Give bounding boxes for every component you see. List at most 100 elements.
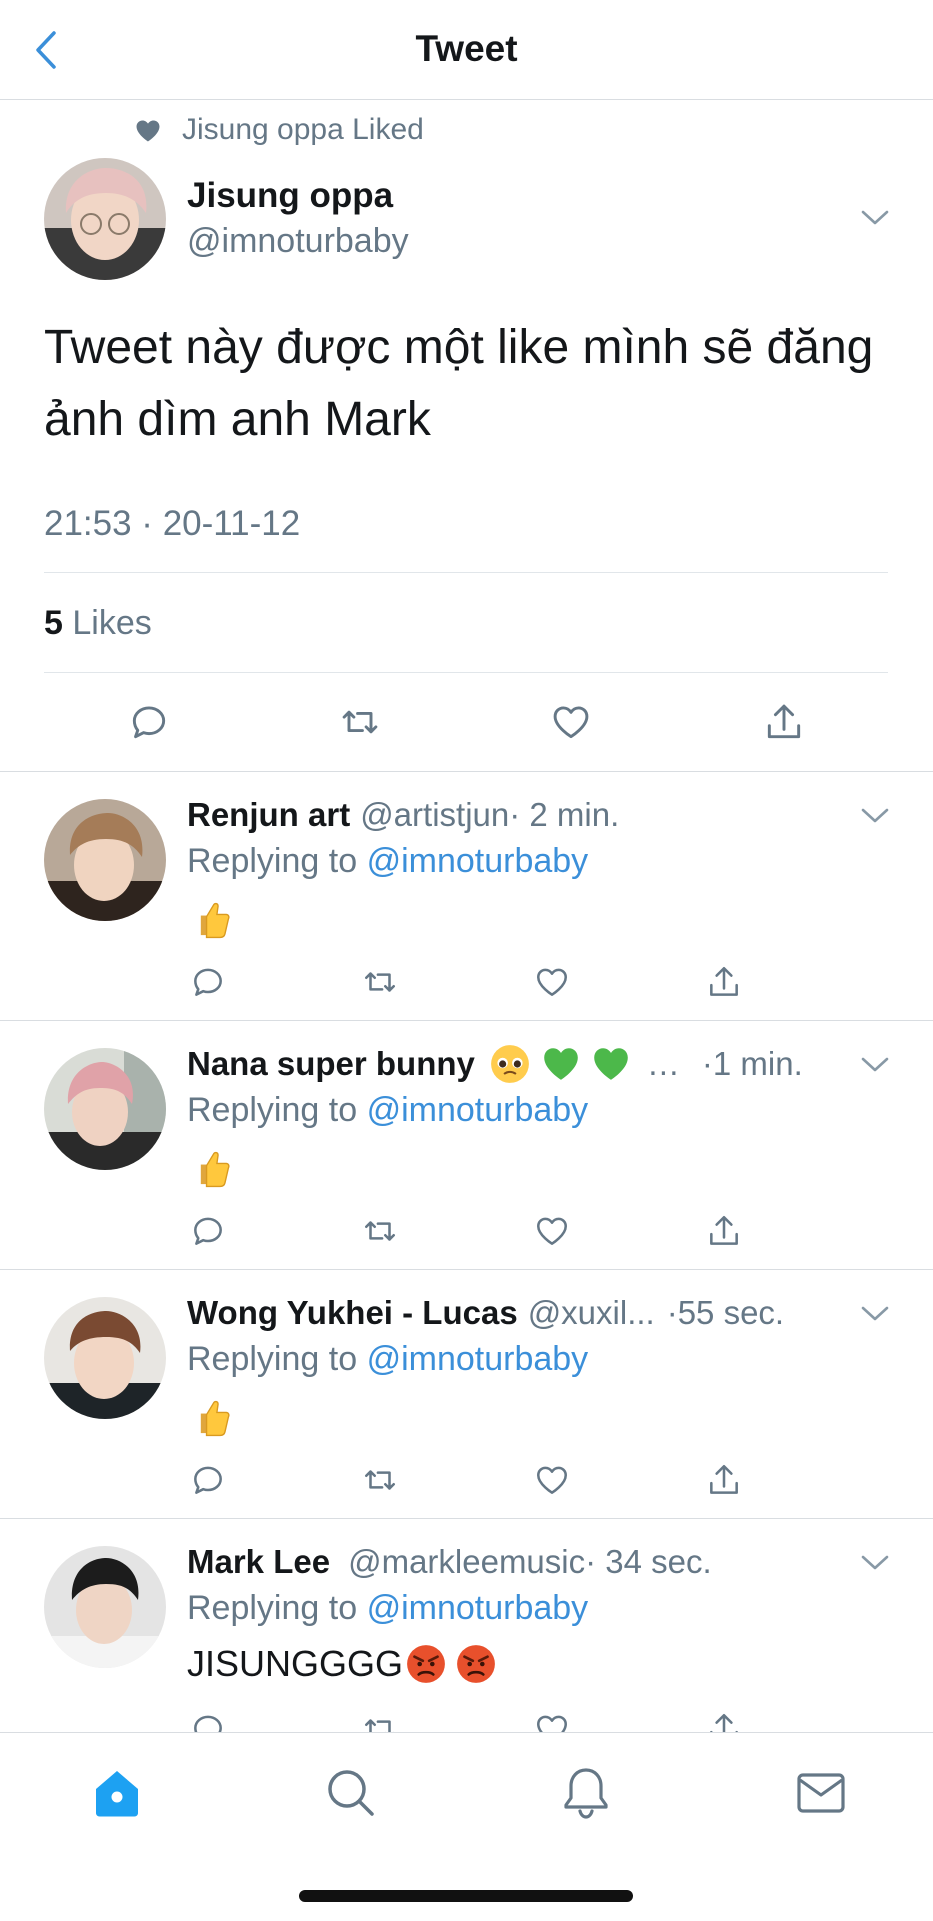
share-icon bbox=[710, 967, 738, 996]
reply-tweet[interactable]: Wong Yukhei - Lucas @xuxil... ·55 sec. R… bbox=[0, 1290, 933, 1518]
share-button[interactable] bbox=[702, 1209, 746, 1253]
avatar[interactable] bbox=[44, 799, 166, 921]
reply-body bbox=[187, 1394, 233, 1440]
divider bbox=[0, 1518, 933, 1519]
author-name[interactable]: Jisung oppa bbox=[187, 176, 393, 216]
tab-home[interactable] bbox=[87, 1763, 147, 1823]
reply-time: ·1 min. bbox=[701, 1045, 803, 1082]
reply-author-handle[interactable]: … bbox=[647, 1045, 680, 1083]
chevron-down-icon[interactable] bbox=[860, 1304, 890, 1324]
retweet-button[interactable] bbox=[358, 960, 402, 1004]
replying-to: Replying to @imnoturbaby bbox=[187, 1091, 588, 1130]
thumbs-up-emoji bbox=[200, 902, 230, 939]
reply-icon bbox=[194, 1715, 222, 1732]
mention-link[interactable]: @imnoturbaby bbox=[367, 1589, 589, 1627]
tab-search[interactable] bbox=[321, 1763, 381, 1823]
like-icon bbox=[537, 1466, 567, 1494]
reply-author-handle[interactable]: @xuxil... bbox=[528, 1294, 655, 1332]
like-button[interactable] bbox=[530, 960, 574, 1004]
chevron-down-icon[interactable] bbox=[860, 1553, 890, 1573]
likes-count-row[interactable]: 5 Likes bbox=[44, 604, 152, 643]
reply-icon bbox=[194, 1466, 222, 1494]
share-button[interactable] bbox=[702, 1707, 746, 1732]
page-title: Tweet bbox=[415, 28, 518, 69]
heart-filled-icon bbox=[136, 120, 160, 142]
share-icon bbox=[767, 704, 801, 739]
retweet-icon bbox=[365, 972, 395, 992]
reply-body bbox=[187, 1145, 233, 1191]
replying-prefix: Replying to bbox=[187, 1589, 358, 1627]
angry-face-emoji bbox=[405, 1643, 447, 1685]
reply-button[interactable] bbox=[186, 1707, 230, 1732]
chevron-down-icon[interactable] bbox=[860, 1055, 890, 1075]
like-button[interactable] bbox=[547, 698, 595, 746]
thumbs-up-emoji bbox=[200, 1400, 230, 1437]
retweet-button[interactable] bbox=[358, 1458, 402, 1502]
like-button[interactable] bbox=[530, 1458, 574, 1502]
reply-button[interactable] bbox=[186, 960, 230, 1004]
like-icon bbox=[553, 706, 589, 739]
mention-link[interactable]: @imnoturbaby bbox=[367, 842, 589, 880]
likes-count: 5 bbox=[44, 604, 63, 642]
avatar[interactable] bbox=[44, 1297, 166, 1419]
tab-notifications[interactable] bbox=[556, 1763, 616, 1823]
likes-label: Likes bbox=[72, 604, 152, 642]
share-button[interactable] bbox=[702, 960, 746, 1004]
share-icon bbox=[710, 1216, 738, 1245]
avatar[interactable] bbox=[44, 158, 166, 280]
like-button[interactable] bbox=[530, 1707, 574, 1732]
reply-author-handle[interactable]: @artistjun bbox=[360, 796, 509, 834]
reply-author-name[interactable]: Nana super bunny bbox=[187, 1045, 475, 1083]
retweet-icon bbox=[365, 1221, 395, 1241]
reply-author-name[interactable]: Wong Yukhei - Lucas bbox=[187, 1294, 518, 1332]
retweet-button[interactable] bbox=[358, 1707, 402, 1732]
replying-to: Replying to @imnoturbaby bbox=[187, 1340, 588, 1379]
divider bbox=[0, 1020, 933, 1021]
thumbs-up-emoji bbox=[200, 1151, 230, 1188]
avatar[interactable] bbox=[44, 1546, 166, 1668]
chevron-down-icon[interactable] bbox=[860, 806, 890, 826]
reply-tweet[interactable]: Renjun art @artistjun · 2 min. Replying … bbox=[0, 792, 933, 1020]
retweet-icon bbox=[342, 710, 378, 734]
reply-button[interactable] bbox=[186, 1458, 230, 1502]
reply-tweet[interactable]: Nana super bunny … ·1 min. Replying to @… bbox=[0, 1041, 933, 1269]
divider bbox=[44, 672, 888, 673]
like-button[interactable] bbox=[530, 1209, 574, 1253]
retweet-button[interactable] bbox=[358, 1209, 402, 1253]
divider bbox=[0, 1269, 933, 1270]
reply-time: · 34 sec. bbox=[585, 1543, 712, 1580]
home-indicator[interactable] bbox=[299, 1890, 633, 1902]
tweet-text: Tweet này được một like mình sẽ đăng ảnh… bbox=[44, 321, 874, 446]
search-icon bbox=[328, 1770, 374, 1816]
share-icon bbox=[710, 1465, 738, 1494]
author-handle[interactable]: @imnoturbaby bbox=[187, 222, 409, 261]
replying-to: Replying to @imnoturbaby bbox=[187, 1589, 588, 1628]
reply-author-name[interactable]: Renjun art bbox=[187, 796, 350, 834]
mention-link[interactable]: @imnoturbaby bbox=[367, 1340, 589, 1378]
tab-messages[interactable] bbox=[791, 1763, 851, 1823]
home-icon bbox=[96, 1771, 138, 1817]
replying-prefix: Replying to bbox=[187, 842, 358, 880]
reply-author-name[interactable]: Mark Lee bbox=[187, 1543, 330, 1581]
reply-icon bbox=[132, 706, 166, 739]
like-icon bbox=[537, 1715, 567, 1732]
avatar[interactable] bbox=[44, 1048, 166, 1170]
retweet-icon bbox=[365, 1470, 395, 1490]
retweet-button[interactable] bbox=[336, 698, 384, 746]
mention-link[interactable]: @imnoturbaby bbox=[367, 1091, 589, 1129]
notifications-icon bbox=[564, 1768, 608, 1819]
share-button[interactable] bbox=[760, 698, 808, 746]
reply-tweet[interactable]: Mark Lee @markleemusic · 34 sec. Replyin… bbox=[0, 1539, 933, 1732]
retweet-icon bbox=[365, 1719, 395, 1732]
reply-header: Wong Yukhei - Lucas @xuxil... ·55 sec. bbox=[187, 1290, 784, 1336]
reply-body: JISUNGGGG bbox=[187, 1643, 497, 1685]
reply-author-handle[interactable]: @markleemusic bbox=[348, 1543, 585, 1581]
share-button[interactable] bbox=[702, 1458, 746, 1502]
reply-button[interactable] bbox=[125, 698, 173, 746]
angry-face-emoji bbox=[455, 1643, 497, 1685]
tweet-timestamp[interactable]: 21:53 · 20-11-12 bbox=[44, 504, 300, 544]
chevron-down-icon[interactable] bbox=[860, 208, 890, 228]
divider bbox=[44, 572, 888, 573]
reply-button[interactable] bbox=[186, 1209, 230, 1253]
replying-prefix: Replying to bbox=[187, 1091, 358, 1129]
